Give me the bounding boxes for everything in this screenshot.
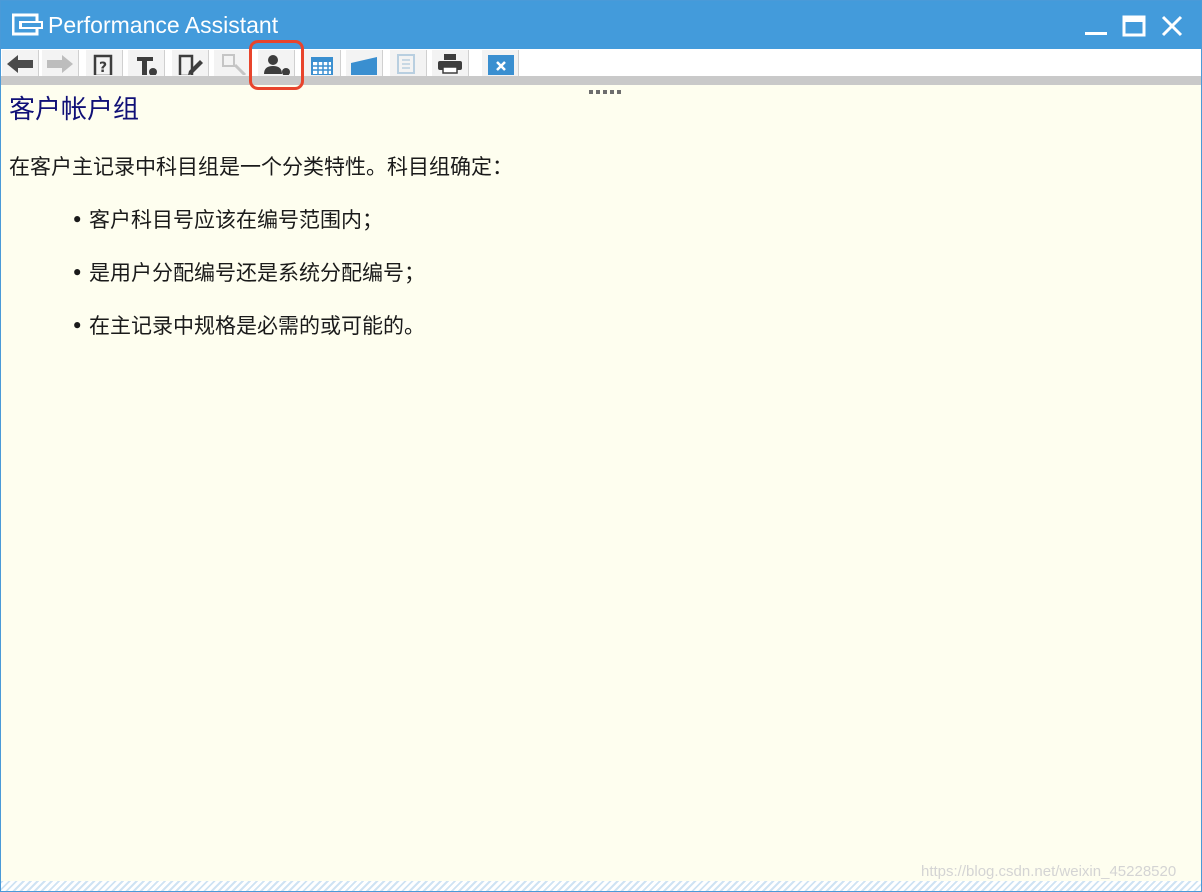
bookmark-button[interactable]	[345, 50, 383, 76]
tool-icon	[137, 57, 157, 75]
list-item: • 是用户分配编号还是系统分配编号；	[71, 258, 425, 311]
document-search-icon	[222, 54, 247, 75]
minimize-icon[interactable]	[1083, 13, 1109, 39]
print-button[interactable]	[431, 50, 469, 76]
pane-splitter[interactable]	[1, 76, 1201, 94]
edit-button[interactable]	[171, 50, 209, 76]
close-box-icon	[488, 55, 514, 75]
export-button[interactable]	[389, 50, 427, 76]
watermark: https://blog.csdn.net/weixin_45228520	[921, 863, 1177, 880]
close-icon[interactable]	[1159, 13, 1185, 39]
user-settings-icon	[264, 55, 290, 75]
arrow-left-icon	[7, 55, 33, 73]
technical-info-button[interactable]	[127, 50, 165, 76]
close-pane-button[interactable]	[481, 50, 519, 76]
window-title: Performance Assistant	[48, 12, 279, 38]
bullet-list: • 客户科目号应该在编号范围内； • 是用户分配编号还是系统分配编号； • 在主记录中…	[71, 205, 425, 364]
help-info-button[interactable]: ?	[85, 50, 123, 76]
performance-assistant-icon	[12, 13, 43, 36]
status-bar	[1, 881, 1201, 891]
document-arrow-icon	[397, 54, 415, 74]
help-content: 客户帐户组 在客户主记录中科目组是一个分类特性。科目组确定： • 客户科目号应该在…	[1, 85, 1201, 891]
back-button[interactable]	[1, 50, 39, 76]
list-item-text: 在主记录中规格是必需的或可能的。	[89, 314, 425, 338]
bullet-icon: •	[71, 314, 84, 338]
calendar-icon	[311, 57, 333, 75]
calendar-button[interactable]	[303, 50, 341, 76]
document-pencil-icon	[178, 54, 203, 75]
list-item: • 客户科目号应该在编号范围内；	[71, 205, 425, 258]
glossary-button[interactable]	[213, 50, 251, 76]
intro-text: 在客户主记录中科目组是一个分类特性。科目组确定：	[9, 155, 513, 179]
page-title: 客户帐户组	[9, 95, 140, 125]
maximize-icon[interactable]	[1121, 13, 1147, 39]
performance-assistant-window: Performance Assistant ? 客户帐户组 在客户主记录中科目组…	[0, 0, 1202, 892]
bullet-icon: •	[71, 208, 84, 232]
arrow-right-icon	[47, 55, 73, 73]
toolbar: ?	[1, 49, 1201, 76]
question-document-icon: ?	[93, 54, 113, 75]
flag-icon	[351, 57, 377, 75]
list-item: • 在主记录中规格是必需的或可能的。	[71, 311, 425, 364]
list-item-text: 是用户分配编号还是系统分配编号；	[89, 261, 425, 285]
printer-icon	[438, 54, 462, 74]
bullet-icon: •	[71, 261, 84, 285]
list-item-text: 客户科目号应该在编号范围内；	[89, 208, 383, 232]
splitter-grip[interactable]	[589, 79, 625, 94]
forward-button[interactable]	[41, 50, 79, 76]
user-settings-button[interactable]	[257, 50, 295, 76]
title-bar[interactable]: Performance Assistant	[1, 1, 1201, 49]
svg-text:?: ?	[99, 60, 107, 75]
